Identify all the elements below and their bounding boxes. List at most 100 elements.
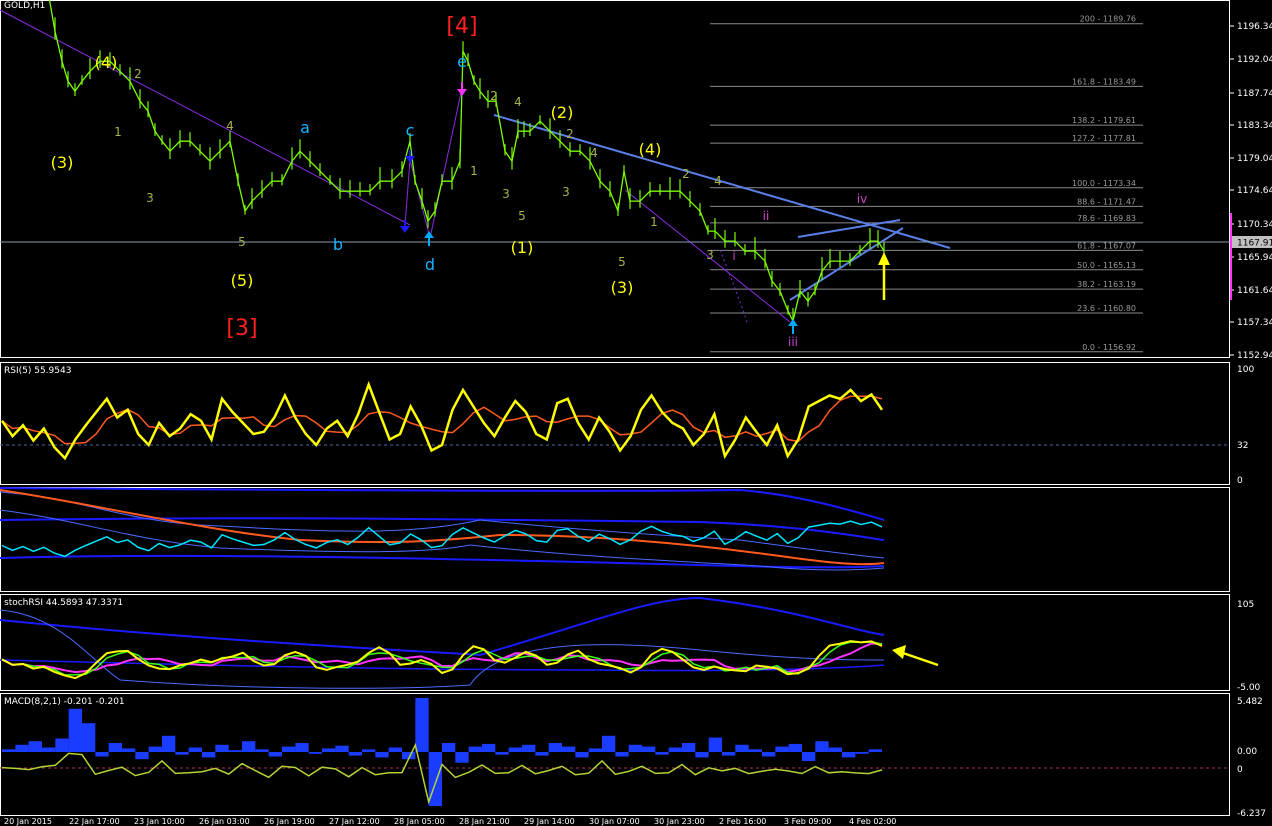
macd-bar [28, 741, 42, 752]
macd-bar [268, 752, 282, 757]
macd-axis: 5.482 0.00 0 -6.237 [1237, 697, 1266, 819]
rsi-tick-label: 32 [1237, 441, 1248, 451]
wave-label: 5 [518, 209, 526, 223]
macd-bar [162, 735, 176, 752]
macd-bar [135, 752, 149, 760]
macd-bar [495, 752, 509, 755]
time-tick-label: 30 Jan 07:00 [589, 817, 640, 826]
macd-bar [415, 698, 429, 752]
macd-bar [655, 752, 669, 755]
wave-label: 4 [714, 174, 722, 188]
wave-label: 4 [590, 146, 598, 160]
time-tick-label: 3 Feb 09:00 [784, 817, 831, 826]
macd-bar [215, 744, 229, 752]
macd-bar [148, 746, 162, 752]
macd-bar [615, 752, 629, 757]
current-price-tag: 1167.91 [1232, 236, 1272, 249]
time-tick-label: 23 Jan 10:00 [134, 817, 185, 826]
rsi-tick-label: 100 [1237, 365, 1254, 375]
wave-label: 3 [502, 187, 510, 201]
price-tick-label: 1183.34 [1237, 121, 1272, 131]
price-tick-label: 1152.94 [1237, 351, 1272, 361]
macd-bar [335, 745, 349, 752]
diagonal-line-3-4 [0, 9, 411, 226]
price-series[interactable] [0, 0, 885, 323]
macd-bar [775, 746, 789, 752]
cyan-up-arrow-d [424, 231, 434, 246]
wave-label: (4) [95, 53, 118, 72]
price-tick-label: 1196.34 [1237, 22, 1272, 32]
price-tick-label: 1179.04 [1237, 154, 1272, 164]
stochrsi-indicator [0, 596, 885, 689]
time-tick-label: 2 Feb 16:00 [719, 817, 766, 826]
time-tick-label: 22 Jan 17:00 [69, 817, 120, 826]
band-mid-blue [0, 517, 885, 541]
time-axis: 20 Jan 2015 22 Jan 17:00 23 Jan 10:00 26 Ja… [4, 817, 896, 826]
macd-bar [228, 750, 242, 752]
wave-label: (3) [611, 278, 634, 297]
elliott-wave-labels: [4] [3] (4) (3) (5) (2) (4) (1) (3) a b c d e 2 1 3 4 5 2 4 1… [51, 14, 868, 349]
wave-label: 1 [470, 164, 478, 178]
time-tick-label: 26 Jan 03:00 [199, 817, 250, 826]
macd-bar [842, 752, 856, 758]
fibonacci-retracement[interactable]: 200 - 1189.76 161.8 - 1183.49 138.2 - 1179… [710, 15, 1143, 353]
time-tick-label: 30 Jan 23:00 [654, 817, 705, 826]
fib-level-label: 61.8 - 1167.07 [1077, 241, 1136, 250]
wave-label: [3] [226, 316, 257, 341]
macd-bar [42, 747, 56, 752]
macd-bar [522, 744, 536, 752]
stochrsi-label: stochRSI 44.5893 47.3371 [4, 598, 123, 608]
macd-bar [122, 748, 136, 752]
wave-label: 2 [682, 167, 690, 181]
price-axis: 1196.34 1192.04 1187.74 1183.34 1179.04 1174.… [1230, 22, 1272, 361]
stoch-tick-label: 105 [1237, 600, 1254, 610]
macd-bar [362, 749, 376, 752]
price-bars [54, 17, 885, 329]
wave-label: i [732, 249, 735, 263]
main-price-panel[interactable] [0, 0, 1230, 358]
macd-bar [628, 744, 642, 752]
rsi-line[interactable] [0, 380, 884, 461]
macd-bar [308, 752, 322, 754]
macd-bar [868, 749, 882, 752]
gold-h1-chart[interactable]: GOLD,H1 200 - 1189.76161.8 - 1183.49138.… [0, 0, 1272, 826]
macd-bar [2, 749, 16, 752]
macd-bar [535, 752, 549, 756]
wave-label: 5 [618, 255, 626, 269]
macd-bar [748, 749, 762, 752]
fib-level-label: 100.0 - 1173.34 [1072, 179, 1136, 188]
macd-bar [695, 752, 709, 758]
band-upper-blue [0, 487, 885, 521]
wave-label: 5 [238, 235, 246, 249]
rsi-tick-label: 0 [1237, 476, 1243, 486]
price-tick-label: 1165.94 [1237, 253, 1272, 263]
triangle-upper-trendline [493, 114, 951, 249]
macd-bar [175, 752, 189, 755]
macd-bar [802, 752, 816, 761]
macd-bar [442, 743, 456, 752]
price-tick-label: 1170.34 [1237, 220, 1272, 230]
time-tick-label: 27 Jan 12:00 [329, 817, 380, 826]
stoch-thin-blue [0, 609, 885, 689]
rsi-axis: 100 32 0 [1237, 365, 1254, 486]
symbol-label: GOLD,H1 [4, 1, 45, 11]
wave-label: iv [857, 192, 867, 206]
macd-bar [468, 746, 482, 752]
wave-label: 2 [490, 89, 498, 103]
macd-bar [562, 746, 576, 752]
rsi-signal-line [1, 395, 883, 445]
stochrsi-panel[interactable] [0, 594, 1230, 691]
price-tick-label: 1157.34 [1237, 318, 1272, 328]
macd-histogram [2, 698, 882, 806]
macd-bar [188, 747, 202, 752]
time-tick-label: 28 Jan 05:00 [394, 817, 445, 826]
macd-bar [548, 743, 562, 752]
macd-bar [282, 746, 296, 752]
wave-label: ii [763, 209, 770, 223]
bands-indicator [0, 487, 885, 571]
fib-level-label: 78.6 - 1169.83 [1077, 214, 1136, 223]
macd-bar [722, 752, 736, 756]
macd-bar [68, 708, 82, 752]
wave-label: d [425, 255, 435, 274]
macd-label: MACD(8,2,1) -0.201 -0.201 [4, 697, 125, 707]
